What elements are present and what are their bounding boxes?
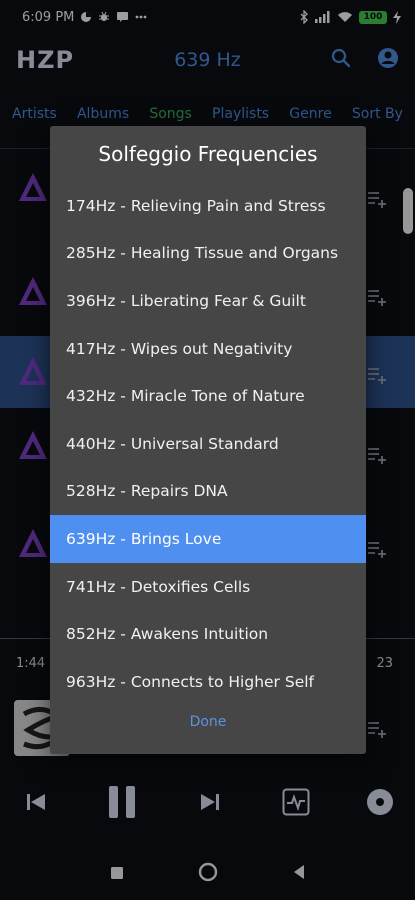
frequency-item-285[interactable]: 285Hz - Healing Tissue and Organs xyxy=(50,230,366,278)
frequency-list: 174Hz - Relieving Pain and Stress 285Hz … xyxy=(50,182,366,706)
frequency-item-432[interactable]: 432Hz - Miracle Tone of Nature xyxy=(50,372,366,420)
frequency-item-440[interactable]: 440Hz - Universal Standard xyxy=(50,420,366,468)
done-button[interactable]: Done xyxy=(50,714,366,730)
frequency-item-174[interactable]: 174Hz - Relieving Pain and Stress xyxy=(50,182,366,230)
dialog-title: Solfeggio Frequencies xyxy=(98,142,318,166)
frequency-item-396[interactable]: 396Hz - Liberating Fear & Guilt xyxy=(50,277,366,325)
solfeggio-dialog: Solfeggio Frequencies 174Hz - Relieving … xyxy=(50,126,366,754)
frequency-item-852[interactable]: 852Hz - Awakens Intuition xyxy=(50,610,366,658)
frequency-item-741[interactable]: 741Hz - Detoxifies Cells xyxy=(50,563,366,611)
frequency-item-417[interactable]: 417Hz - Wipes out Negativity xyxy=(50,325,366,373)
frequency-item-963[interactable]: 963Hz - Connects to Higher Self xyxy=(50,658,366,706)
frequency-item-528[interactable]: 528Hz - Repairs DNA xyxy=(50,468,366,516)
frequency-item-639[interactable]: 639Hz - Brings Love xyxy=(50,515,366,563)
